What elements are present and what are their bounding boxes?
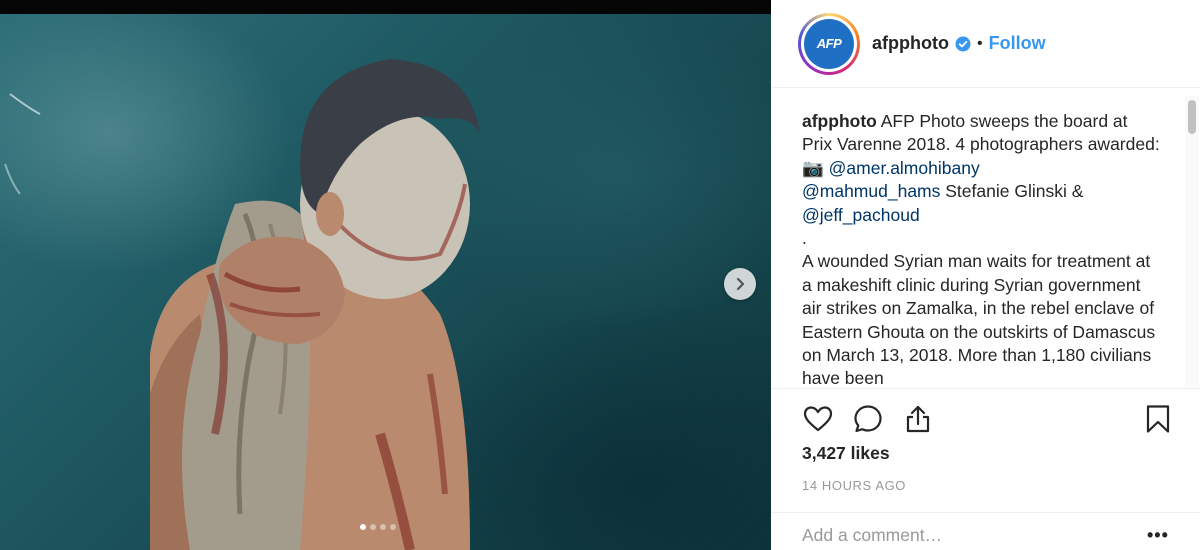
scrollbar-thumb[interactable] [1188, 100, 1196, 134]
caption-text: Stefanie Glinski & [940, 181, 1084, 202]
post-caption: afpphoto AFP Photo sweeps the board at P… [802, 110, 1162, 388]
carousel-indicator [360, 524, 396, 530]
more-options-icon[interactable]: ••• [1147, 525, 1169, 546]
caption-scrollbar[interactable] [1185, 96, 1199, 388]
post-header: AFP afpphoto • Follow [771, 0, 1200, 88]
photo-subject-illustration [4, 59, 480, 550]
avatar: AFP [801, 15, 857, 72]
mention-link[interactable]: @jeff_pachoud [802, 205, 920, 225]
carousel-dot [380, 524, 386, 530]
avatar-story-ring[interactable]: AFP [798, 12, 860, 75]
comment-input[interactable] [802, 525, 1122, 546]
chevron-right-icon [736, 277, 745, 291]
heart-icon [803, 406, 833, 432]
carousel-dot [370, 524, 376, 530]
post-sidebar: AFP afpphoto • Follow afpphoto AFP Photo… [771, 0, 1200, 550]
likes-count[interactable]: 3,427 likes [802, 443, 890, 464]
post-media [0, 0, 771, 550]
carousel-dot [390, 524, 396, 530]
like-button[interactable] [802, 403, 834, 435]
verified-badge-icon [955, 36, 971, 51]
carousel-dot [360, 524, 366, 530]
carousel-next-button[interactable] [724, 268, 756, 300]
mention-link[interactable]: @mahmud_hams [802, 181, 940, 201]
share-button[interactable] [902, 403, 934, 435]
bookmark-icon [1146, 405, 1170, 433]
post-photo[interactable] [0, 14, 771, 550]
caption-separator: . [802, 228, 807, 249]
save-button[interactable] [1142, 403, 1174, 435]
post-timestamp[interactable]: 14 HOURS AGO [802, 478, 906, 493]
share-icon [906, 405, 930, 433]
separator-dot: • [976, 34, 983, 52]
caption-scroll-area[interactable]: afpphoto AFP Photo sweeps the board at P… [771, 96, 1200, 388]
caption-body: A wounded Syrian man waits for treatment… [802, 251, 1156, 388]
post-actions [771, 388, 1200, 448]
media-top-bar [0, 0, 771, 14]
caption-username[interactable]: afpphoto [802, 111, 877, 131]
post-username[interactable]: afpphoto [872, 33, 949, 54]
follow-button[interactable]: Follow [989, 33, 1046, 54]
comment-bar: ••• [771, 512, 1200, 550]
comment-button[interactable] [852, 403, 884, 435]
avatar-logo: AFP [804, 18, 854, 69]
comment-icon [854, 405, 882, 433]
mention-link[interactable]: @amer.almohibany [829, 158, 980, 178]
